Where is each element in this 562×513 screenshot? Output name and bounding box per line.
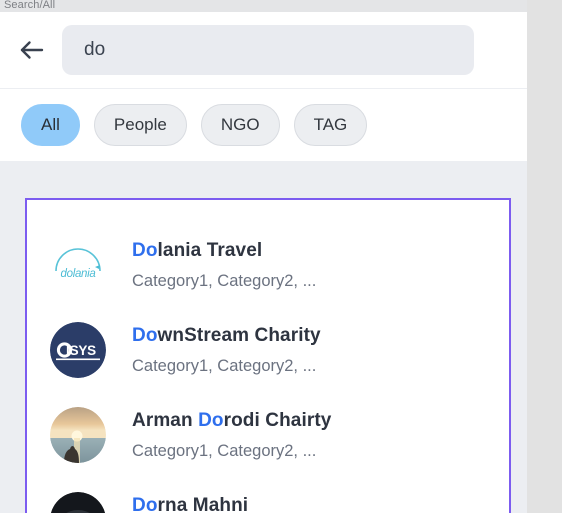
list-item-title: Dorna Mahni [132, 494, 316, 513]
list-item-subtitle: Category1, Category2, ... [132, 356, 317, 375]
sunset-photo-avatar [50, 406, 106, 463]
list-item-title: Arman Dorodi Chairty [132, 409, 331, 432]
dark-photo-avatar [50, 491, 106, 513]
title-suffix: lania Travel [157, 239, 263, 261]
list-item-title: Dolania Travel [132, 239, 316, 262]
list-item-subtitle: Category1, Category2, ... [132, 271, 317, 290]
arrow-left-icon [16, 35, 46, 65]
filter-chip-ngo[interactable]: NGO [200, 104, 280, 146]
title-suffix: wnStream Charity [157, 324, 321, 346]
filter-chip-row: All People NGO TAG [0, 89, 527, 161]
title-highlight: Do [132, 324, 158, 346]
title-suffix: rna Mahni [157, 494, 249, 513]
list-item-text: Dorna Mahni Category1, Category2, ... [132, 494, 316, 513]
back-button[interactable] [0, 12, 62, 88]
search-results-card: dolania Dolania Travel Category1, Catego… [25, 198, 511, 513]
route-label-bar: Search/All [0, 0, 527, 12]
list-item-subtitle: Category1, Category2, ... [132, 441, 317, 460]
title-highlight: Do [198, 409, 224, 431]
list-item-text: DownStream Charity Category1, Category2,… [132, 324, 321, 376]
title-suffix: rodi Chairty [223, 409, 332, 431]
list-item[interactable]: Arman Dorodi Chairty Category1, Category… [27, 392, 509, 477]
title-prefix: Arman [132, 409, 199, 431]
list-item[interactable]: ISYS DownStream Charity Category1, Categ… [27, 307, 509, 392]
title-highlight: Do [132, 494, 158, 513]
list-item-title: DownStream Charity [132, 324, 321, 347]
svg-text:dolania: dolania [61, 268, 96, 280]
search-app-bar [0, 12, 527, 88]
filter-chip-tag[interactable]: TAG [293, 104, 368, 146]
dolania-logo-avatar: dolania [50, 236, 106, 293]
list-item[interactable]: Dorna Mahni Category1, Category2, ... [27, 477, 509, 513]
filter-chip-all[interactable]: All [21, 104, 80, 146]
list-item[interactable]: dolania Dolania Travel Category1, Catego… [27, 222, 509, 307]
filter-chip-people[interactable]: People [93, 104, 187, 146]
route-label-text: Search/All [4, 0, 56, 11]
title-highlight: Do [132, 239, 158, 261]
device-frame-gutter [527, 0, 562, 513]
search-input[interactable] [62, 25, 474, 75]
disys-logo-avatar: ISYS [50, 321, 106, 378]
list-item-text: Dolania Travel Category1, Category2, ... [132, 239, 316, 291]
app-screen: Search/All All People NGO TAG dolania [0, 0, 527, 513]
svg-text:ISYS: ISYS [66, 343, 96, 358]
list-item-text: Arman Dorodi Chairty Category1, Category… [132, 409, 331, 461]
